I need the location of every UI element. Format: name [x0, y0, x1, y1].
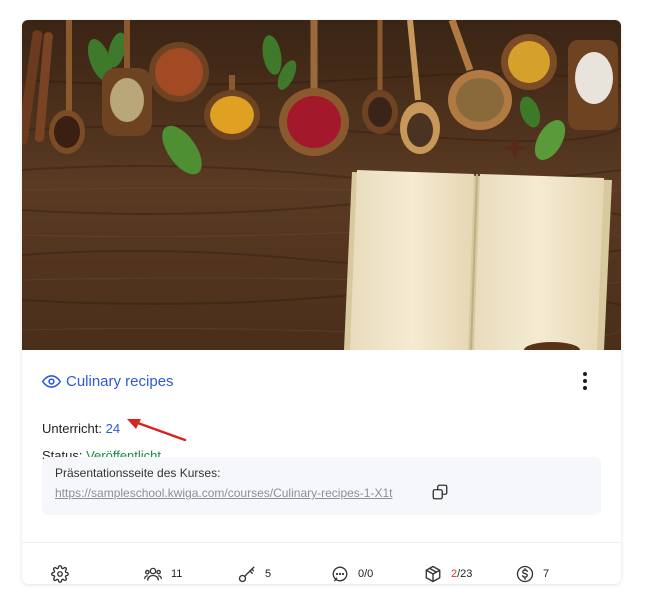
dollar-icon [516, 565, 534, 583]
course-title-link[interactable]: Culinary recipes [66, 373, 174, 390]
access-keys-stat[interactable]: 5 [238, 564, 271, 584]
settings-button[interactable] [51, 564, 78, 584]
students-count: 11 [171, 568, 183, 580]
presentation-label: Präsentationsseite des Kurses: [55, 466, 221, 480]
price-value: 7 [543, 568, 550, 580]
users-icon [144, 567, 162, 581]
chat-icon [332, 566, 348, 582]
annotation-arrow [127, 419, 187, 442]
course-stats-bar: 11 5 0/0 2 /23 7 [22, 543, 621, 584]
presentation-page-box: Präsentationsseite des Kurses: https://s… [42, 457, 601, 515]
students-stat[interactable]: 11 [144, 564, 182, 584]
key-icon [238, 566, 255, 583]
cube-icon [425, 565, 441, 583]
lessons-count-link[interactable]: 24 [106, 421, 120, 436]
more-vertical-icon[interactable] [575, 370, 595, 392]
homework-stat[interactable]: 2/23 [424, 564, 472, 584]
price-stat[interactable]: 7 [516, 564, 549, 584]
comments-stat[interactable]: 0/0 [331, 564, 373, 584]
lessons-label: Unterricht: [42, 421, 102, 436]
lessons-row: Unterricht: 24 [42, 421, 120, 436]
eye-icon [42, 372, 61, 391]
course-card: Culinary recipes Unterricht: 24 Status: … [22, 20, 621, 584]
copy-icon[interactable] [431, 483, 449, 501]
access-keys-count: 5 [265, 568, 272, 580]
gear-icon [51, 565, 69, 583]
course-cover-image[interactable] [22, 20, 621, 350]
course-title-row: Culinary recipes [42, 370, 601, 392]
course-card-body: Culinary recipes Unterricht: 24 Status: … [22, 350, 621, 584]
presentation-url-link[interactable]: https://sampleschool.kwiga.com/courses/C… [55, 486, 392, 500]
comments-count: 0/0 [358, 568, 374, 580]
homework-total-count: /23 [457, 568, 473, 580]
